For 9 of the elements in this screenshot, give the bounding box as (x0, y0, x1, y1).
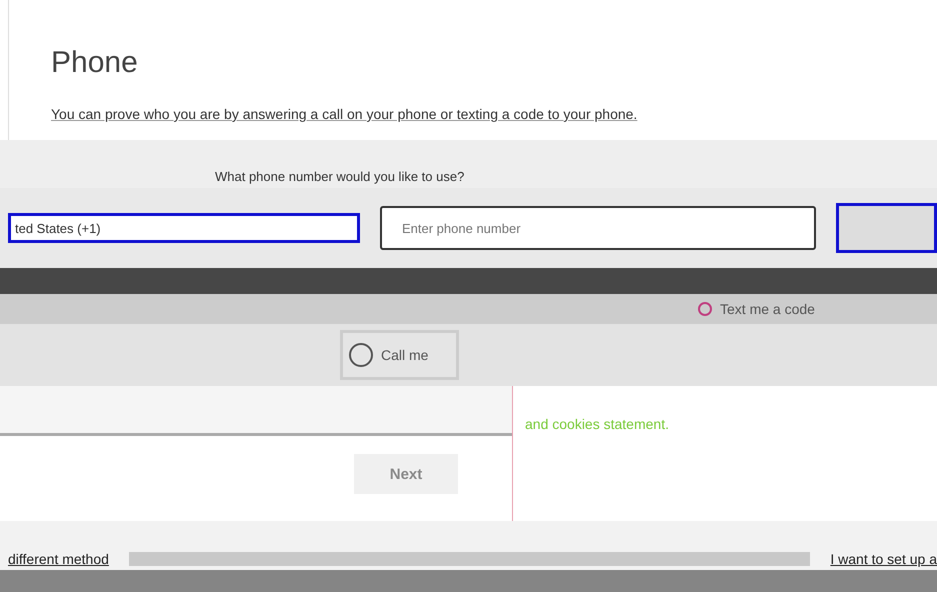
page-title: Phone (51, 46, 139, 80)
description: You can prove who you are by answering a call on your phone or texting a code to your phone. (51, 106, 638, 122)
country-select[interactable]: ted States (+1) (8, 213, 360, 243)
setup-link[interactable]: I want to set up a (830, 551, 937, 567)
text-radio[interactable]: Text me a code (698, 301, 815, 317)
phone-field[interactable]: Enter phone number (380, 206, 816, 250)
call-radio[interactable]: Call me (340, 330, 460, 380)
question-label: What phone number would you like to use? (215, 169, 464, 184)
method-link[interactable]: different method (8, 551, 109, 567)
